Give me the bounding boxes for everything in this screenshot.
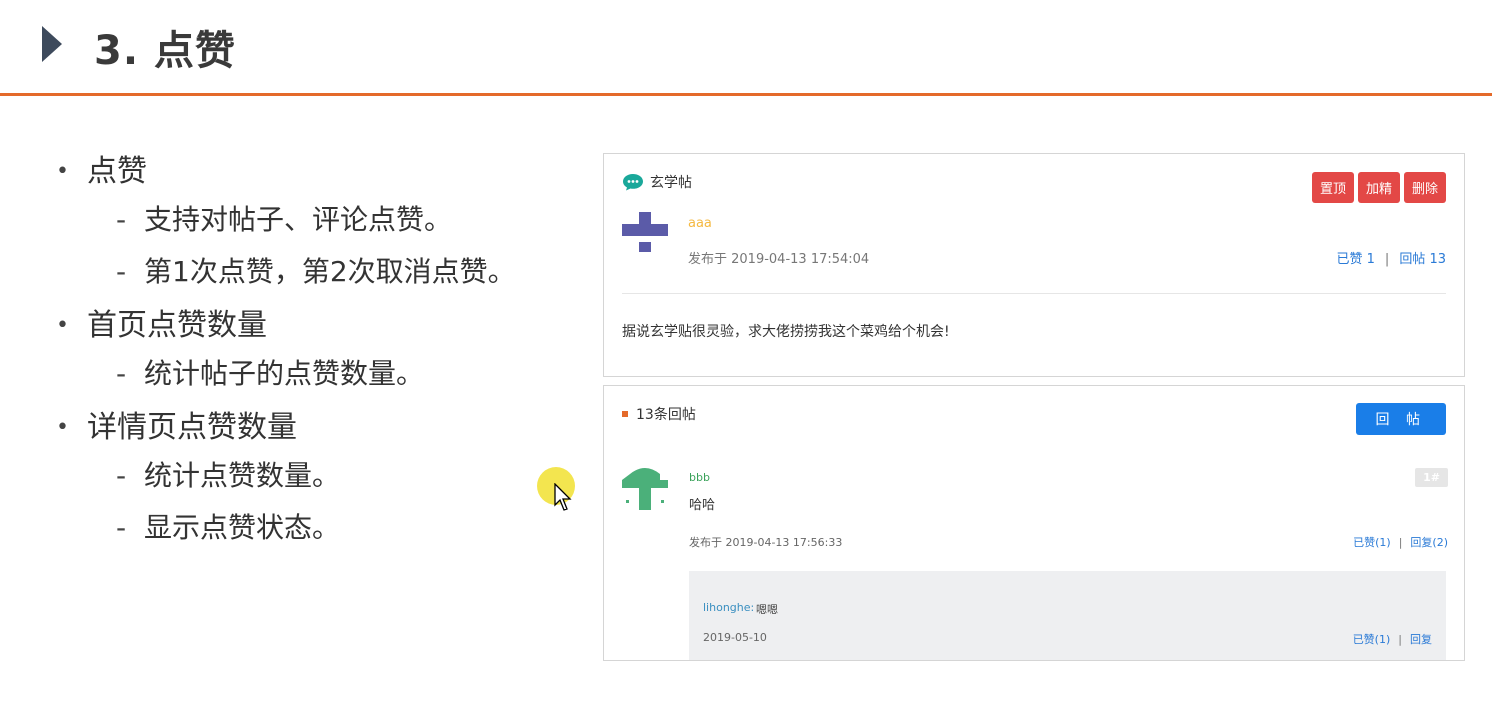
reply-time: 发布于 2019-04-13 17:56:33 [689, 536, 843, 549]
sub-bullet-item: 第1次点赞，第2次取消点赞。 [56, 246, 516, 298]
comment-stats: 已赞(1) | 回复 [1352, 633, 1432, 646]
bullet-section: 详情页点赞数量 统计点赞数量。 显示点赞状态。 [56, 406, 516, 554]
reply-count-link[interactable]: 回帖 13 [1399, 252, 1446, 267]
reply-stats: 已赞(1) | 回复(2) [1353, 536, 1448, 549]
like-link[interactable]: 已赞(1) [1353, 536, 1391, 549]
sub-bullet-item: 统计帖子的点赞数量。 [56, 348, 516, 400]
reply-button[interactable]: 回 帖 [1355, 403, 1446, 435]
replies-panel: 13条回帖 回 帖 bbb 哈哈 1# 发布于 2019-04-13 17:56… [603, 385, 1465, 661]
sub-bullet-item: 支持对帖子、评论点赞。 [56, 194, 516, 246]
sub-bullet-item: 统计点赞数量。 [56, 450, 516, 502]
reply-author[interactable]: bbb [689, 471, 710, 484]
reply-count-header: 13条回帖 [622, 404, 696, 424]
title-divider [0, 93, 1492, 96]
bullet-section: 首页点赞数量 统计帖子的点赞数量。 [56, 304, 516, 400]
reply-count: 13条回帖 [636, 407, 696, 423]
sub-bullet-item: 显示点赞状态。 [56, 502, 516, 554]
post-title: 玄学帖 [650, 175, 692, 191]
title-arrow-icon [42, 26, 62, 62]
pin-button[interactable]: 置顶 [1311, 172, 1354, 203]
square-bullet-icon [622, 411, 628, 417]
like-link[interactable]: 已赞(1) [1353, 633, 1391, 646]
post-panel: 玄学帖 置顶 加精 删除 aaa 发布于 2019-04-13 17:54:04… [603, 153, 1465, 377]
bullet-list: 点赞 支持对帖子、评论点赞。 第1次点赞，第2次取消点赞。 首页点赞数量 统计帖… [56, 150, 516, 560]
reply-content: 哈哈 [689, 498, 716, 513]
comment-content: 嗯嗯 [756, 603, 778, 616]
mouse-pointer-icon [554, 483, 572, 511]
like-link[interactable]: 已赞 1 [1337, 252, 1375, 267]
bullet-item: 首页点赞数量 [56, 304, 516, 348]
comment-author[interactable]: lihonghe: [703, 601, 754, 614]
bullet-item: 详情页点赞数量 [56, 406, 516, 450]
divider [622, 293, 1446, 294]
chat-bubble-icon [623, 174, 643, 191]
slide-title: 3. 点赞 [94, 28, 236, 74]
post-stats: 已赞 1 | 回帖 13 [1336, 252, 1446, 267]
post-title-row: 玄学帖 [622, 172, 692, 192]
reply-link[interactable]: 回复(2) [1410, 536, 1448, 549]
reply-link[interactable]: 回复 [1410, 633, 1432, 646]
post-author[interactable]: aaa [688, 216, 712, 231]
avatar[interactable] [622, 466, 668, 512]
avatar[interactable] [622, 212, 668, 252]
highlight-button[interactable]: 加精 [1357, 172, 1400, 203]
floor-badge: 1# [1415, 468, 1448, 487]
bullet-item: 点赞 [56, 150, 516, 194]
bullet-section: 点赞 支持对帖子、评论点赞。 第1次点赞，第2次取消点赞。 [56, 150, 516, 298]
post-actions: 置顶 加精 删除 [1311, 172, 1446, 203]
comment-box: lihonghe: 嗯嗯 2019-05-10 已赞(1) | 回复 [689, 571, 1446, 660]
delete-button[interactable]: 删除 [1403, 172, 1446, 203]
comment-time: 2019-05-10 [703, 631, 767, 644]
post-content: 据说玄学贴很灵验，求大佬捞捞我这个菜鸡给个机会! [622, 324, 950, 340]
post-time: 发布于 2019-04-13 17:54:04 [688, 252, 870, 267]
